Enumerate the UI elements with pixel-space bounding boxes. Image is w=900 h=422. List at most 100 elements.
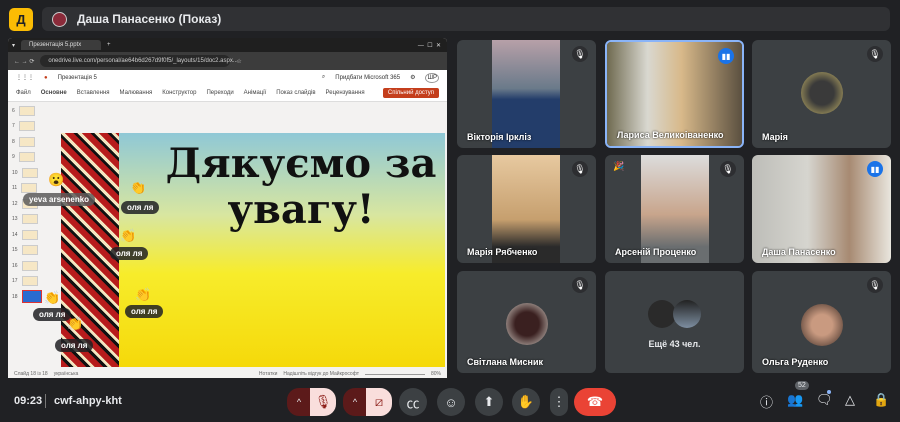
raise-hand-button[interactable]: ✋ <box>512 388 540 416</box>
participant-name: Вікторія Іркліз <box>467 132 532 142</box>
ribbon-tab[interactable]: Переходи <box>206 90 233 96</box>
slide-thumbnail[interactable]: 13 <box>8 212 55 228</box>
reaction-emoji: 👏 <box>135 287 152 302</box>
participant-name: Лариса Великоіваненко <box>617 130 724 140</box>
ribbon-tab[interactable]: Вставлення <box>77 90 110 96</box>
slide-number: 16 <box>12 262 18 269</box>
participant-tile[interactable]: ▮▮ Даша Панасенко <box>752 155 891 263</box>
share-button[interactable]: Спільний доступ <box>382 88 439 98</box>
slide-number: 8 <box>12 138 15 145</box>
avatar <box>800 304 843 346</box>
participant-tile[interactable]: 🎙 Ольга Руденко <box>752 271 891 373</box>
slide-thumbnail[interactable]: 9 <box>8 150 55 166</box>
people-icon[interactable]: 👥 <box>787 392 803 408</box>
ribbon-tab[interactable]: Основне <box>41 90 67 96</box>
slide-number: 6 <box>12 107 15 114</box>
mic-off-button[interactable]: 🎙 <box>310 388 336 416</box>
feedback-link[interactable]: Надішліть відгук до Майкрософт <box>283 371 359 377</box>
slide-number: 7 <box>12 123 15 130</box>
reaction-name: оля ля <box>121 201 160 214</box>
audio-options-button[interactable]: ^ <box>287 388 311 416</box>
file-name[interactable]: Презентація 5 <box>58 75 97 81</box>
settings-icon[interactable]: ⚙ <box>410 74 415 81</box>
presenter-bar: Даша Панасенко (Показ) <box>42 7 890 31</box>
nav-icons[interactable]: ← → ⟳ <box>14 58 34 65</box>
slide-thumbnail[interactable]: 6 <box>8 103 55 119</box>
star-icon[interactable]: ☆ <box>236 58 241 65</box>
participant-tile[interactable]: 🎙 Марія Рябченко <box>457 155 596 263</box>
window-controls-icon[interactable]: — ☐ ✕ <box>418 42 441 49</box>
activities-icon[interactable]: △ <box>845 392 855 408</box>
apps-icon[interactable]: ⋮⋮⋮ <box>16 74 34 81</box>
participant-tile[interactable]: ▮▮ Лариса Великоіваненко <box>605 40 744 148</box>
end-call-button[interactable]: ☎ <box>574 388 616 416</box>
slide-title: Дякуємо за увагу! <box>165 140 437 233</box>
mic-off-icon: 🎙 <box>720 161 736 177</box>
participant-name: Світлана Мисник <box>467 357 543 367</box>
tab-menu-icon[interactable]: ▾ <box>12 42 15 49</box>
zoom-slider[interactable] <box>364 373 425 375</box>
others-tile[interactable]: Ещё 43 чел. <box>605 271 744 373</box>
buy-microsoft-link[interactable]: Придбати Microsoft 365 <box>335 75 400 81</box>
url-input[interactable]: onedrive.live.com/personal/ae64b6d267d9f… <box>40 55 238 67</box>
meeting-code[interactable]: cwf-ahpy-kht <box>54 395 122 407</box>
slide-preview <box>21 229 38 240</box>
slide-thumbnail[interactable]: 16 <box>8 258 55 274</box>
notes-button[interactable]: Нотатки <box>259 371 277 377</box>
mic-off-icon: 🎙 <box>572 161 588 177</box>
chat-icon[interactable]: 🗨 <box>816 392 833 408</box>
participant-tile[interactable]: 🎙 Вікторія Іркліз <box>457 40 596 148</box>
mic-off-icon: 🎙 <box>867 277 883 293</box>
slide-thumbnail[interactable]: 8 <box>8 134 55 150</box>
slide-number: 17 <box>12 278 18 285</box>
info-icon[interactable]: ⓘ <box>760 392 773 411</box>
zoom-level: 80% <box>430 371 441 377</box>
mic-off-icon: 🎙 <box>572 46 588 62</box>
search-icon[interactable]: ⌕ <box>322 74 325 81</box>
slide-number: 18 <box>12 293 18 300</box>
slide-preview <box>21 290 42 304</box>
browser-tab[interactable]: Презентація 5.pptx <box>21 40 102 50</box>
captions-button[interactable]: ㏄ <box>399 388 427 416</box>
present-button[interactable]: ⬆ <box>475 388 503 416</box>
reaction-name: оля ля <box>55 339 94 352</box>
meet-logo: Д <box>9 8 33 31</box>
slide-thumbnails: 6 7 8 9 10 11 12 13 14 15 16 17 18 <box>8 103 55 370</box>
host-controls-icon[interactable]: 🔒 <box>873 392 889 408</box>
camera-off-button[interactable]: ⧄ <box>366 388 392 416</box>
slide-number: 15 <box>12 247 18 254</box>
slide-thumbnail[interactable]: 14 <box>8 227 55 243</box>
more-options-button[interactable]: ⋮ <box>550 388 568 416</box>
new-tab-icon[interactable]: + <box>107 42 111 48</box>
avatar <box>505 303 548 345</box>
ribbon-tab[interactable]: Показ слайдів <box>276 90 315 96</box>
slide-preview <box>21 276 38 287</box>
emoji-button[interactable]: ☺ <box>437 388 465 416</box>
reaction-emoji: 😮 <box>48 172 65 187</box>
presenter-name: Даша Панасенко (Показ) <box>77 12 222 26</box>
ribbon-tab[interactable]: Рецензування <box>326 90 365 96</box>
participant-name: Арсеній Проценко <box>615 247 697 257</box>
clock: 09:23 <box>14 395 43 407</box>
slide-thumbnail[interactable]: 17 <box>8 274 55 290</box>
video-options-button[interactable]: ^ <box>343 388 367 416</box>
participant-tile[interactable]: 🎙 Світлана Мисник <box>457 271 596 373</box>
participant-name: Ольга Руденко <box>762 357 829 367</box>
chat-notification-dot <box>827 390 831 394</box>
slide-thumbnail[interactable]: 15 <box>8 243 55 259</box>
ribbon-tab[interactable]: Конструктор <box>162 90 196 96</box>
reaction-name: оля ля <box>33 308 72 321</box>
slide-preview <box>21 183 38 194</box>
user-avatar[interactable]: ШР <box>425 72 439 83</box>
slide-number: 10 <box>12 169 18 176</box>
others-count: Ещё 43 чел. <box>648 339 701 349</box>
reaction-name: оля ля <box>125 305 164 318</box>
presenter-avatar <box>52 11 67 27</box>
slide-thumbnail[interactable]: 7 <box>8 119 55 135</box>
participant-tile[interactable]: 🎙 Марія <box>752 40 891 148</box>
participant-name: Марія Рябченко <box>467 247 538 257</box>
participant-tile[interactable]: 🎉 🎙 Арсеній Проценко <box>605 155 744 263</box>
ribbon-tab[interactable]: Анімації <box>244 90 267 96</box>
ribbon-tab[interactable]: Файл <box>16 90 31 96</box>
ribbon-tab[interactable]: Малювання <box>120 90 153 96</box>
